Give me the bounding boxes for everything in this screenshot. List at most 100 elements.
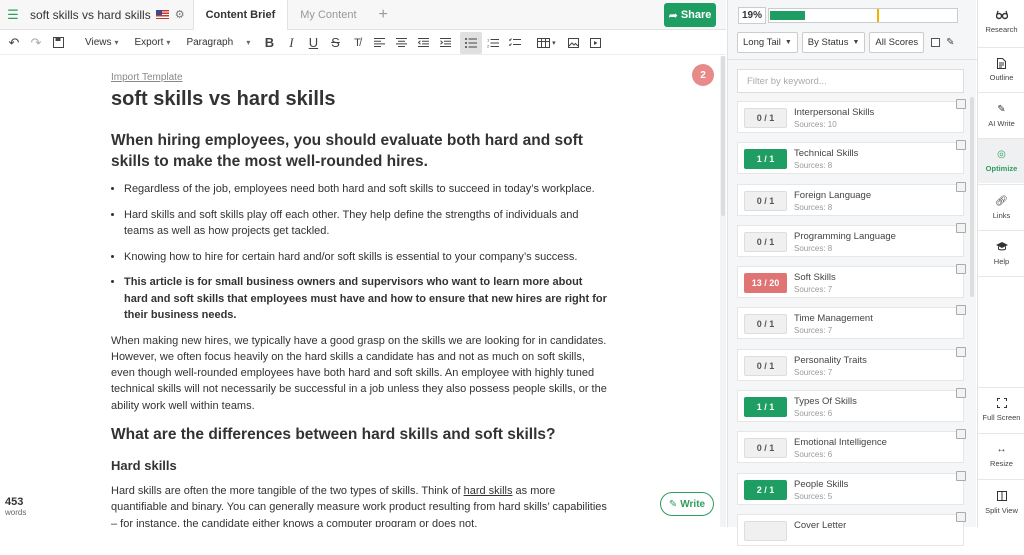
keyword-row[interactable]: 1 / 1 Types Of Skills Sources: 6 <box>737 388 966 423</box>
keyword-filter-input[interactable]: Filter by keyword... <box>737 69 964 93</box>
keyword-sources: Sources: 7 <box>794 326 833 336</box>
share-button[interactable]: ➦ Share <box>664 3 716 27</box>
keyword-row[interactable]: 13 / 20 Soft Skills Sources: 7 <box>737 264 966 299</box>
video-icon[interactable] <box>584 32 606 54</box>
redo-icon[interactable]: ↷ <box>25 32 47 54</box>
status-label: By Status <box>807 37 849 48</box>
strikethrough-icon[interactable]: S <box>324 32 346 54</box>
table-icon[interactable]: ▾ <box>532 32 560 54</box>
sidebar-item-optimize[interactable]: ◎ Optimize <box>978 139 1024 183</box>
copy-icon[interactable] <box>956 429 966 440</box>
add-tab-icon[interactable]: + <box>369 6 398 24</box>
keyword-sources: Sources: 5 <box>794 491 833 501</box>
tab-content-brief[interactable]: Content Brief <box>192 0 289 30</box>
inline-link[interactable]: hard skills <box>464 485 513 497</box>
image-icon[interactable] <box>562 32 584 54</box>
editor-canvas[interactable]: Import Template soft skills vs hard skil… <box>0 56 720 527</box>
write-label: Write <box>680 498 706 510</box>
keyword-row[interactable]: 0 / 1 Interpersonal Skills Sources: 10 <box>737 99 966 133</box>
bullet-list[interactable]: Regardless of the job, employees need bo… <box>111 181 607 324</box>
keyword-usage-badge: 1 / 1 <box>744 397 787 418</box>
checklist-icon[interactable] <box>504 32 526 54</box>
copy-icon[interactable] <box>956 222 966 233</box>
status-dropdown[interactable]: By Status ▼ <box>801 32 866 53</box>
keyword-row[interactable]: 0 / 1 Emotional Intelligence Sources: 6 <box>737 429 966 464</box>
paragraph-label: Paragraph <box>186 37 234 48</box>
list-item[interactable]: Knowing how to hire for certain hard and… <box>124 249 607 266</box>
copy-icon[interactable] <box>956 305 966 316</box>
keyword-row[interactable]: 0 / 1 Programming Language Sources: 8 <box>737 222 966 257</box>
long-tail-dropdown[interactable]: Long Tail ▼ <box>737 32 798 53</box>
indent-icon[interactable] <box>434 32 456 54</box>
align-left-icon[interactable] <box>368 32 390 54</box>
document-content[interactable]: Import Template soft skills vs hard skil… <box>111 72 607 527</box>
sidebar-item-resize[interactable]: ↔ Resize <box>978 436 1024 476</box>
all-scores-button[interactable]: All Scores <box>869 32 925 53</box>
document-title[interactable]: soft skills vs hard skills <box>30 8 151 22</box>
sidebar-item-links[interactable]: 🔗︎ Links <box>978 187 1024 229</box>
import-template-link[interactable]: Import Template <box>111 72 607 83</box>
heading-3[interactable]: Hard skills <box>111 458 607 473</box>
bulleted-list-icon[interactable] <box>460 31 483 54</box>
paragraph-style-dropdown[interactable]: Paragraph ▾ <box>178 37 258 48</box>
copy-icon[interactable] <box>956 140 966 151</box>
tab-my-content[interactable]: My Content <box>288 0 368 30</box>
copy-icon[interactable] <box>956 264 966 275</box>
keyword-row[interactable]: Cover Letter <box>737 511 966 546</box>
comment-count-badge[interactable]: 2 <box>692 64 714 86</box>
keyword-row[interactable]: 0 / 1 Foreign Language Sources: 8 <box>737 181 966 216</box>
write-button[interactable]: ✎ Write <box>660 492 714 516</box>
select-checkbox[interactable] <box>931 38 941 47</box>
sidebar-item-full-screen[interactable]: Full Screen <box>978 390 1024 430</box>
us-flag-icon[interactable] <box>155 10 169 19</box>
heading-2[interactable]: What are the differences between hard sk… <box>111 424 607 445</box>
keyword-row[interactable]: 1 / 1 Technical Skills Sources: 8 <box>737 140 966 175</box>
sidebar-item-ai-write[interactable]: ✎ AI Write <box>978 95 1024 137</box>
sidebar-item-label: Help <box>993 257 1010 266</box>
paragraph[interactable]: Hard skills are often the more tangible … <box>111 483 607 527</box>
export-dropdown[interactable]: Export ▾ <box>127 37 179 48</box>
heading-1[interactable]: soft skills vs hard skills <box>111 88 607 111</box>
scrollbar-thumb[interactable] <box>721 56 725 216</box>
copy-icon[interactable] <box>956 346 966 357</box>
sidebar-item-outline[interactable]: Outline <box>978 50 1024 90</box>
word-count: 453 words <box>5 496 26 517</box>
panel-scrollbar[interactable] <box>969 95 975 527</box>
bold-icon[interactable]: B <box>258 32 280 54</box>
list-item[interactable]: Hard skills and soft skills play off eac… <box>124 207 607 240</box>
long-tail-label: Long Tail <box>743 37 781 48</box>
views-dropdown[interactable]: Views ▾ <box>77 37 127 48</box>
copy-icon[interactable] <box>956 99 966 109</box>
sidebar-item-help[interactable]: Help <box>978 233 1024 275</box>
keyword-row[interactable]: 0 / 1 Time Management Sources: 7 <box>737 305 966 340</box>
scrollbar-thumb[interactable] <box>970 97 974 297</box>
undo-icon[interactable]: ↶ <box>3 32 25 54</box>
italic-icon[interactable]: I <box>280 32 302 54</box>
list-item[interactable]: Regardless of the job, employees need bo… <box>124 181 607 198</box>
outdent-icon[interactable] <box>412 32 434 54</box>
keyword-row[interactable]: 2 / 1 People Skills Sources: 5 <box>737 470 966 505</box>
copy-icon[interactable] <box>956 511 966 522</box>
copy-icon[interactable] <box>956 181 966 192</box>
export-label: Export <box>134 37 164 48</box>
sidebar-item-split-view[interactable]: Split View <box>978 482 1024 524</box>
keyword-row[interactable]: 0 / 1 Personality Traits Sources: 7 <box>737 346 966 381</box>
numbered-list-icon[interactable]: 12 <box>482 32 504 54</box>
list-item[interactable]: This article is for small business owner… <box>124 274 607 324</box>
pencil-icon[interactable]: ✎ <box>946 37 954 48</box>
gear-icon[interactable]: ⚙ <box>175 8 185 21</box>
heading-2[interactable]: When hiring employees, you should evalua… <box>111 130 607 172</box>
underline-icon[interactable]: U <box>302 32 324 54</box>
align-center-icon[interactable] <box>390 32 412 54</box>
paragraph[interactable]: When making new hires, we typically have… <box>111 333 607 414</box>
document-tab-bar: ☰ soft skills vs hard skills ⚙ Content B… <box>0 0 726 30</box>
share-icon: ➦ <box>668 9 678 22</box>
copy-icon[interactable] <box>956 388 966 399</box>
clear-format-icon[interactable]: T̸ <box>346 32 368 54</box>
keyword-sources: Sources: 7 <box>794 367 833 377</box>
copy-icon[interactable] <box>956 470 966 481</box>
save-icon[interactable] <box>47 32 69 54</box>
editor-scrollbar[interactable] <box>720 56 726 527</box>
menu-icon[interactable]: ☰ <box>0 0 26 30</box>
sidebar-item-research[interactable]: Research <box>978 0 1024 44</box>
